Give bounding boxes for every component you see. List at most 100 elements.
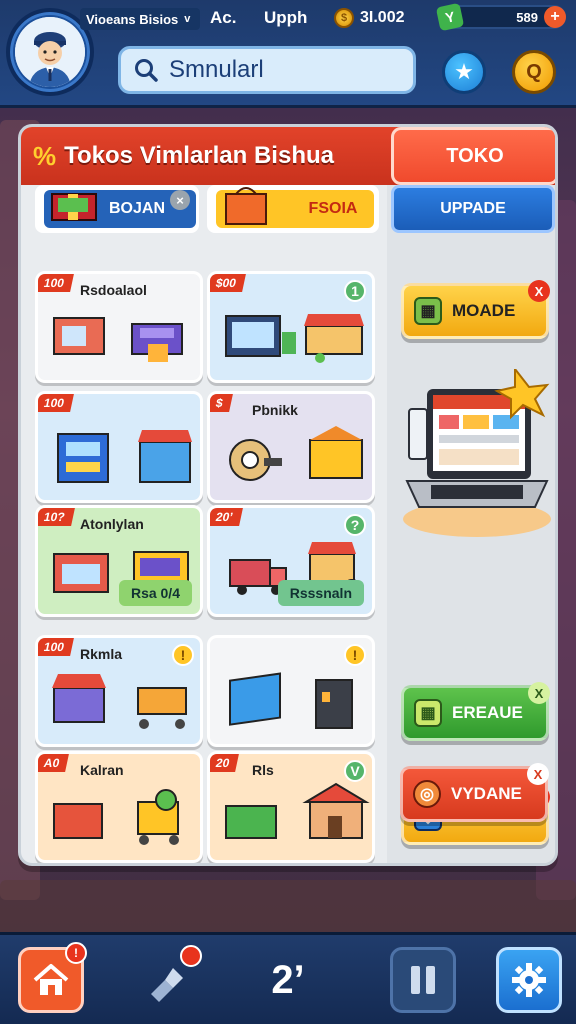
coin-value: 3I.002 [360, 9, 405, 26]
tab-toko[interactable]: TOKO [391, 127, 555, 185]
item-corner-badge[interactable]: ? [344, 514, 366, 536]
close-icon[interactable]: X [527, 763, 549, 785]
item-name: Rkmla [80, 646, 123, 662]
item-name: Rsdoalaol [80, 282, 147, 298]
shop-panel: % Tokos Vimlarlan Bishua TOKO BOJAN × FS… [18, 124, 558, 866]
item-corner-badge[interactable]: 1 [344, 280, 366, 302]
price-ribbon: $00 [210, 274, 246, 292]
coin-icon: $ [334, 8, 354, 28]
center-counter-label: 2’ [271, 957, 305, 1002]
shop-item-card[interactable]: 20 Rls V [207, 751, 375, 863]
top-tile-mid-label: FSOIA [308, 200, 358, 217]
shop-item-card[interactable]: 100 Rsdoalaol [35, 271, 203, 383]
price-ribbon: 20 [210, 754, 240, 772]
shop-grid: BOJAN × FSOIA 100 Rsdoalaol $00 1 100 $ Pbnikk… [27, 185, 383, 863]
player-name-text: Vioeans Bisios [86, 11, 179, 27]
coin-counter: $ 3I.002 [334, 6, 404, 30]
shop-item-card[interactable]: A0 Kalran [35, 751, 203, 863]
shop-item-card[interactable]: $00 1 [207, 271, 375, 383]
side-button-4[interactable]: ◎ VYDANE X [400, 763, 549, 822]
cash-value: 589 [516, 9, 538, 25]
gift-box-icon [51, 193, 97, 221]
box-icon: ▦ [414, 699, 442, 727]
item-corner-badge[interactable]: ! [172, 644, 194, 666]
price-ribbon: 100 [38, 394, 74, 412]
price-ribbon: A0 [38, 754, 70, 772]
cash-icon: Y [435, 2, 465, 32]
notification-badge: ! [65, 942, 87, 964]
item-illustration [48, 418, 198, 500]
shopping-bag-icon [225, 187, 267, 225]
stat-label: Upph [264, 8, 308, 27]
item-illustration [220, 418, 370, 500]
item-illustration [220, 778, 370, 860]
pause-icon [411, 966, 435, 994]
star-icon: ★ [454, 59, 474, 84]
shop-logo-icon: % [33, 140, 57, 171]
shop-item-card[interactable]: 10? Atonlylan Rsa 0/4 [35, 505, 203, 617]
side-button-1-label: MOADE [452, 301, 516, 320]
gear-icon [512, 963, 546, 997]
chevron-down-icon: v [184, 13, 191, 25]
price-ribbon: $ [210, 394, 233, 412]
item-illustration [220, 298, 370, 380]
avatar-portrait [15, 17, 85, 87]
top-tile-mid[interactable]: FSOIA [207, 185, 379, 233]
panel-title: Tokos Vimlarlan Bishua [64, 142, 334, 169]
pin-icon [151, 968, 183, 1002]
side-button-2-label: EREAUE [452, 703, 523, 722]
item-corner-badge[interactable]: ! [344, 644, 366, 666]
close-icon[interactable]: X [528, 280, 550, 302]
search-icon [135, 59, 158, 82]
top-bar: Vioeans Bisios v Ac. Upph $ 3I.002 Y 589… [0, 0, 576, 108]
coin-stack-icon: ◎ [413, 780, 441, 808]
item-illustration [220, 662, 370, 744]
item-illustration [48, 778, 198, 860]
box-icon: ▦ [414, 297, 442, 325]
center-counter[interactable]: 2’ [255, 947, 321, 1013]
side-button-2[interactable]: ▦ EREAUE X [401, 682, 550, 741]
search-bar[interactable] [118, 46, 416, 94]
close-icon[interactable]: × [170, 190, 190, 210]
top-tile-left-label: BOJAN [108, 200, 165, 217]
upgrade-button[interactable]: UPPADE [391, 185, 555, 233]
shop-item-card[interactable]: ! [207, 635, 375, 747]
price-ribbon: 100 [38, 638, 74, 656]
shop-item-card[interactable]: 20’? Rsssnaln [207, 505, 375, 617]
add-cash-button[interactable]: + [544, 6, 566, 28]
player-name-dropdown[interactable]: Vioeans Bisios v [80, 8, 200, 30]
shop-item-card[interactable]: $ Pbnikk [207, 391, 375, 503]
price-ribbon: 10? [38, 508, 75, 526]
top-tile-left[interactable]: BOJAN × [35, 185, 199, 233]
home-icon [33, 964, 69, 995]
search-input[interactable] [169, 56, 399, 84]
close-icon[interactable]: X [528, 682, 550, 704]
bottom-nav: ! 2’ [0, 932, 576, 1024]
item-corner-badge[interactable]: V [344, 760, 366, 782]
item-name: Kalran [80, 762, 124, 778]
item-action-tag[interactable]: Rsssnaln [277, 580, 364, 606]
level-label: Ac. [210, 8, 237, 27]
item-action-tag[interactable]: Rsa 0/4 [118, 580, 192, 606]
side-button-4-label: VYDANE [451, 784, 522, 803]
item-name: Rls [252, 762, 274, 778]
shop-item-card[interactable]: 100 [35, 391, 203, 503]
item-name: Pbnikk [252, 402, 298, 418]
upgrade-label: UPPADE [440, 200, 506, 217]
pin-button[interactable] [132, 945, 202, 1013]
home-button[interactable]: ! [18, 942, 87, 1013]
side-button-1[interactable]: ▦ MOADE X [401, 280, 550, 339]
shop-item-card[interactable]: 100 Rkmla! [35, 635, 203, 747]
favorites-button[interactable]: ★ [442, 50, 486, 94]
item-name: Atonlylan [80, 516, 144, 532]
price-ribbon: 20’ [210, 508, 243, 526]
item-illustration [48, 662, 198, 744]
laptop-illustration [403, 369, 551, 537]
settings-button[interactable] [496, 947, 562, 1013]
item-illustration [48, 298, 198, 380]
price-ribbon: 100 [38, 274, 74, 292]
pause-button[interactable] [390, 947, 456, 1013]
quest-button[interactable]: Q [512, 50, 556, 94]
cash-counter: Y 589 + [435, 2, 566, 32]
notification-badge [180, 945, 202, 967]
